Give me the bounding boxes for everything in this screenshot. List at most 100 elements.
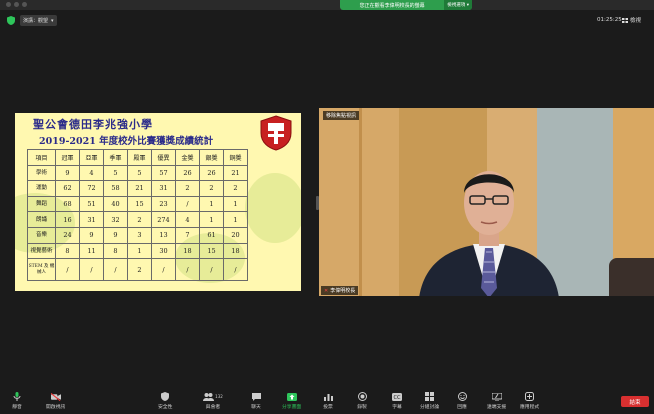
table-cell: 2 [199, 180, 224, 197]
remote-support-button[interactable]: 遠端支援 [487, 392, 506, 410]
table-cell: / [55, 258, 80, 282]
leaf-decoration [245, 173, 301, 243]
reactions-label: 回應 [457, 405, 467, 410]
record-icon [357, 392, 367, 401]
table-cell: / [199, 258, 224, 282]
polls-label: 投票 [323, 405, 333, 410]
mute-button[interactable]: 靜音 [12, 392, 22, 410]
table-cell: 9 [79, 226, 104, 244]
col-header: 銀獎 [199, 149, 224, 166]
col-header: 殿軍 [127, 149, 152, 166]
shared-screen-slide[interactable]: 聖公會德田李兆強小學 2019-2021 年度校外比賽獲獎成績統計 項目 冠軍 … [15, 113, 301, 291]
remote-support-icon [491, 392, 502, 401]
share-screen-button[interactable]: 分享畫面 [282, 392, 301, 410]
participants-button[interactable]: 132 與會者 [203, 392, 223, 410]
row-header: STEM 及 機械人 [27, 258, 56, 282]
shield-icon [160, 392, 170, 401]
table-cell: 5 [127, 164, 152, 182]
award-stats-table: 項目 冠軍 亞軍 季軍 殿軍 優異 金獎 銀獎 銅獎 學術 9 4 5 5 57 [27, 149, 248, 282]
reactions-button[interactable]: 回應 [457, 392, 467, 410]
table-cell: / [151, 258, 176, 282]
chair [609, 258, 654, 296]
security-button[interactable]: 安全性 [158, 392, 172, 410]
row-header: 視覺藝術 [27, 242, 56, 260]
table-row: 運動 62 72 58 21 31 2 2 2 [27, 180, 248, 197]
table-cell: 1 [127, 242, 152, 260]
table-cell: 20 [223, 226, 248, 244]
speaker-person-image [419, 171, 559, 296]
table-cell: 18 [223, 242, 248, 260]
table-row: 音樂 24 9 9 3 13 7 61 20 [27, 226, 248, 244]
view-button[interactable]: 檢視 [622, 16, 641, 24]
table-cell: 40 [103, 195, 128, 213]
table-cell: 2 [223, 180, 248, 197]
chat-icon [251, 392, 261, 401]
table-cell: 26 [199, 164, 224, 182]
row-header: 運動 [27, 180, 56, 197]
participants-label: 與會者 [205, 405, 221, 410]
table-cell: 62 [55, 180, 80, 197]
svg-text:CC: CC [394, 395, 401, 401]
apps-button[interactable]: 應用程式 [520, 392, 539, 410]
breakout-rooms-label: 分組討論 [420, 405, 440, 410]
breakout-rooms-icon [425, 392, 435, 401]
window-controls[interactable] [6, 2, 27, 7]
table-cell: 32 [103, 211, 128, 228]
table-cell: 30 [151, 242, 176, 260]
polls-button[interactable]: 投票 [323, 392, 333, 410]
remove-spotlight-label[interactable]: 移除焦點視訊 [323, 111, 360, 120]
table-row: 學術 9 4 5 5 57 26 26 21 [27, 164, 248, 182]
end-meeting-button[interactable]: 結束 [621, 396, 649, 407]
mic-muted-icon: ✕ [324, 287, 329, 294]
table-cell: 24 [55, 226, 80, 244]
captions-label: 字幕 [392, 405, 402, 410]
table-cell: 1 [223, 211, 248, 228]
share-screen-label: 分享畫面 [282, 405, 302, 410]
chat-label: 聊天 [251, 405, 261, 410]
speaker-video-tile[interactable]: 移除焦點視訊 ✕ 李偉明校長 [319, 108, 654, 296]
view-options-button[interactable]: 檢視選項 ▾ [444, 0, 472, 10]
end-meeting-label: 結束 [629, 399, 641, 406]
table-cell: 2 [127, 258, 152, 282]
table-cell: 58 [103, 180, 128, 197]
chevron-down-icon: ▾ [51, 17, 54, 24]
table-cell: 4 [79, 164, 104, 182]
background-wall [359, 108, 362, 296]
record-label: 錄製 [357, 405, 367, 410]
row-header: 音樂 [27, 226, 56, 244]
video-button[interactable]: 開啟視訊 [46, 392, 65, 410]
speaker-view-button[interactable]: 演講：觀望 ▾ [20, 15, 57, 26]
security-label: 安全性 [158, 405, 173, 410]
breakout-rooms-button[interactable]: 分組討論 [420, 392, 439, 410]
poll-chart-icon [323, 392, 333, 401]
col-header: 亞軍 [79, 149, 104, 166]
col-header: 季軍 [103, 149, 128, 166]
share-screen-icon [286, 392, 297, 401]
table-cell: / [175, 195, 200, 213]
shield-icon[interactable] [7, 16, 15, 25]
table-cell: 72 [79, 180, 104, 197]
table-cell: / [103, 258, 128, 282]
table-cell: 61 [199, 226, 224, 244]
table-cell: 1 [199, 211, 224, 228]
share-banner-text: 您正在觀看李偉明校長的螢幕 [359, 2, 425, 9]
table-cell: 2 [175, 180, 200, 197]
chat-button[interactable]: 聊天 [251, 392, 261, 410]
table-cell: / [175, 258, 200, 282]
table-cell: 57 [151, 164, 176, 182]
row-header: 學術 [27, 164, 56, 182]
table-cell: 1 [223, 195, 248, 213]
table-cell: 13 [151, 226, 176, 244]
smiley-icon [457, 392, 467, 401]
meeting-info-bar: 演講：觀望 ▾ 01:25:25 檢視 [0, 12, 654, 30]
table-header-row: 項目 冠軍 亞軍 季軍 殿軍 優異 金獎 銀獎 銅獎 [27, 149, 248, 166]
table-row: 朗誦 16 31 32 2 274 4 1 1 [27, 211, 248, 228]
table-cell: / [223, 258, 248, 282]
record-button[interactable]: 錄製 [357, 392, 367, 410]
view-options-label: 檢視選項 [447, 3, 466, 8]
slide-title: 2019-2021 年度校外比賽獲獎成績統計 [39, 136, 214, 147]
zoom-window: 您正在觀看李偉明校長的螢幕 檢視選項 ▾ 演講：觀望 ▾ 01:25:25 檢視… [0, 0, 654, 414]
captions-button[interactable]: CC 字幕 [392, 392, 402, 410]
microphone-icon [12, 392, 22, 401]
table-cell: 5 [103, 164, 128, 182]
